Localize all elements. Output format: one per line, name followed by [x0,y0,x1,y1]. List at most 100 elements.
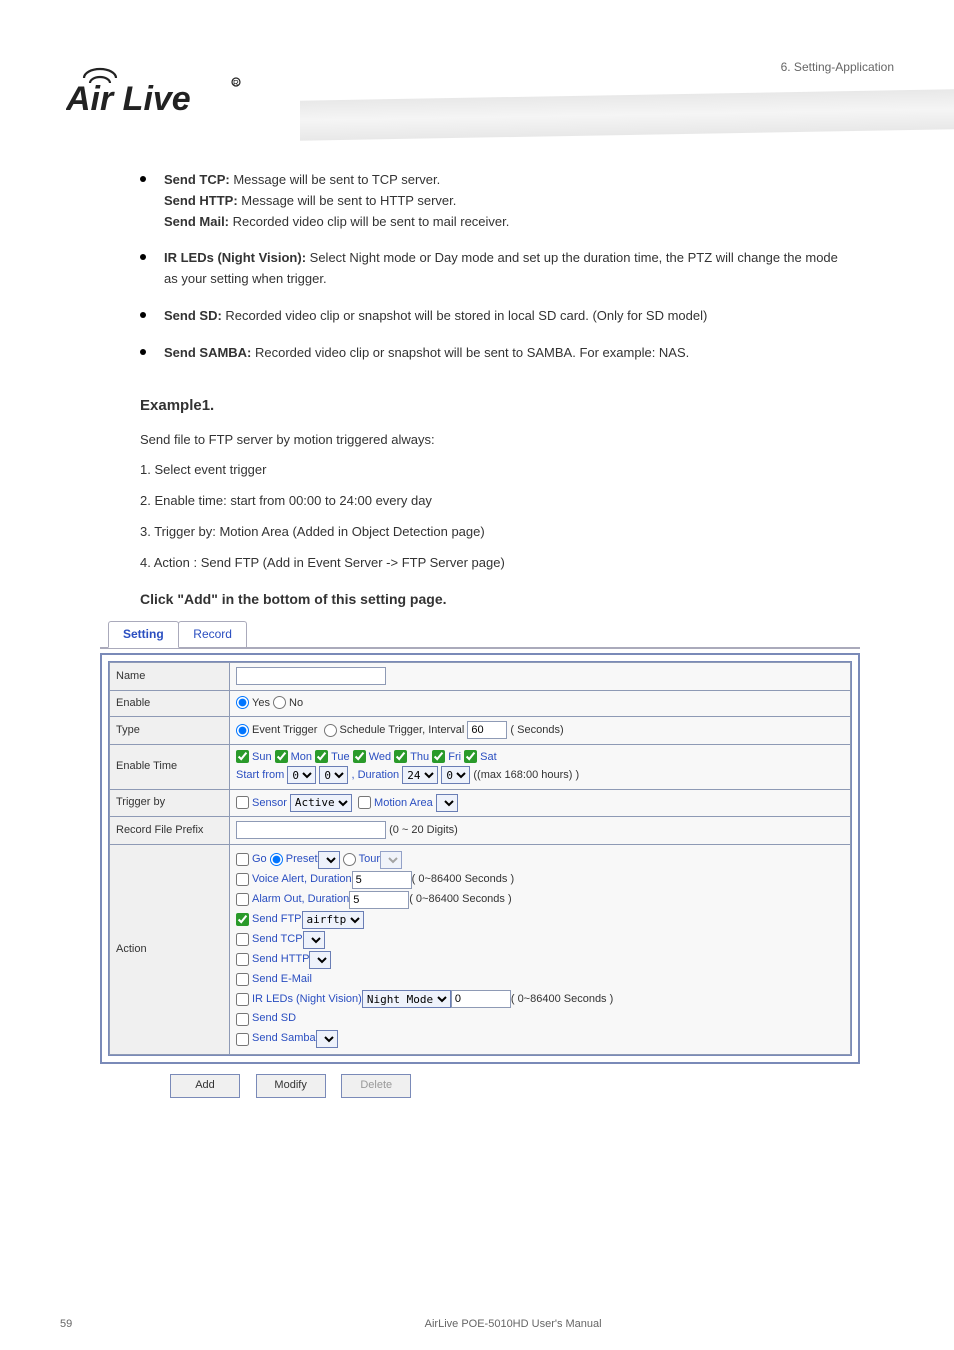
ir-select[interactable]: Night Mode [362,990,451,1008]
modify-button[interactable]: Modify [256,1074,326,1098]
type-event-radio[interactable] [236,724,249,737]
alarm-cb[interactable] [236,893,249,906]
go-cb[interactable] [236,853,249,866]
ir-lbl: IR LEDs (Night Vision) [252,991,362,1009]
ir-dur-input[interactable] [451,990,511,1008]
bullet-sendsamba: Send SAMBA: Recorded video clip or snaps… [140,343,854,364]
motion-lbl: Motion Area [374,797,433,809]
name-input[interactable] [236,667,386,685]
dur-m-select[interactable]: 0 [441,766,470,784]
preset-lbl: Preset [286,851,318,869]
bullet-sendtcp: Send TCP: Message will be sent to TCP se… [140,170,854,232]
button-row: Add Modify Delete [100,1064,860,1098]
day-sun-lbl: Sun [252,751,272,763]
sensor-select[interactable]: Active [290,794,352,812]
alarm-note: ( 0~86400 Seconds ) [409,891,511,909]
page-number: 59 [60,1318,72,1330]
day-tue-cb[interactable] [315,750,328,763]
day-thu-cb[interactable] [394,750,407,763]
start-h-select[interactable]: 0 [287,766,316,784]
bullet-dot-icon [140,176,146,182]
sensor-lbl: Sensor [252,797,287,809]
sendemail-lbl: Send E-Mail [252,971,312,989]
sendhttp-cb[interactable] [236,953,249,966]
start-m-select[interactable]: 0 [319,766,348,784]
example-step3: 3. Trigger by: Motion Area (Added in Obj… [140,522,854,543]
type-interval-input[interactable] [467,721,507,739]
alarm-input[interactable] [349,891,409,909]
day-fri-lbl: Fri [448,751,461,763]
page-footer: 59 AirLive POE-5010HD User's Manual [0,1318,954,1330]
motion-select[interactable] [436,794,458,812]
voice-input[interactable] [352,871,412,889]
sendftp-lbl: Send FTP [252,911,302,929]
bullet-text: Recorded video clip will be sent to mail… [229,214,509,229]
sendemail-cb[interactable] [236,973,249,986]
sendhttp-select[interactable] [309,951,331,969]
day-mon-cb[interactable] [275,750,288,763]
header-stripe [300,89,954,140]
tour-select [380,851,402,869]
day-fri-cb[interactable] [432,750,445,763]
day-sun-cb[interactable] [236,750,249,763]
enable-no-radio[interactable] [273,696,286,709]
preset-radio[interactable] [270,853,283,866]
prefix-note: (0 ~ 20 Digits) [389,824,458,836]
day-sat-cb[interactable] [464,750,477,763]
preset-select[interactable] [318,851,340,869]
prefix-input[interactable] [236,821,386,839]
sendftp-select[interactable]: airftp [302,911,364,929]
svg-text:R: R [233,79,239,88]
sendtcp-select[interactable] [303,931,325,949]
alarm-lbl: Alarm Out, Duration [252,891,349,909]
motion-cb[interactable] [358,796,371,809]
sendhttp-lbl: Send HTTP [252,951,309,969]
bullet-label: Send HTTP: [164,193,238,208]
sendsamba-cb[interactable] [236,1033,249,1046]
add-button[interactable]: Add [170,1074,240,1098]
type-label: Type [110,717,230,745]
example-step2: 2. Enable time: start from 00:00 to 24:0… [140,491,854,512]
bullet-dot-icon [140,312,146,318]
day-mon-lbl: Mon [291,751,312,763]
triggerby-label: Trigger by [110,789,230,817]
enable-label: Enable [110,690,230,717]
sendsamba-lbl: Send Samba [252,1030,316,1048]
sendtcp-cb[interactable] [236,933,249,946]
bullet-text: Recorded video clip or snapshot will be … [251,345,689,360]
voice-cb[interactable] [236,873,249,886]
sensor-cb[interactable] [236,796,249,809]
sendsd-lbl: Send SD [252,1010,296,1028]
type-event-lbl: Event Trigger [252,724,317,736]
action-label: Action [110,844,230,1054]
sendftp-cb[interactable] [236,913,249,926]
sendsamba-select[interactable] [316,1030,338,1048]
tour-radio[interactable] [343,853,356,866]
enable-yes-radio[interactable] [236,696,249,709]
start-from-lbl: Start from [236,769,284,781]
delete-button: Delete [341,1074,411,1098]
tab-record[interactable]: Record [178,621,247,647]
chapter-num: 6. Setting-Application [781,60,894,74]
type-sched-radio[interactable] [324,724,337,737]
bullet-label: Send TCP: [164,172,230,187]
go-lbl: Go [252,851,267,869]
bullet-sendsd: Send SD: Recorded video clip or snapshot… [140,306,854,327]
sendsd-cb[interactable] [236,1013,249,1026]
type-sched-lbl: Schedule Trigger, Interval [340,724,465,736]
footer-text: AirLive POE-5010HD User's Manual [425,1318,602,1330]
tab-row: Setting Record [100,620,860,649]
day-thu-lbl: Thu [410,751,429,763]
dur-h-select[interactable]: 24 [402,766,438,784]
airlive-logo: Air Live R [66,60,246,125]
day-wed-cb[interactable] [353,750,366,763]
tab-setting[interactable]: Setting [108,621,179,648]
bullet-text: Recorded video clip or snapshot will be … [222,308,708,323]
voice-lbl: Voice Alert, Duration [252,871,352,889]
example-para1: Send file to FTP server by motion trigge… [140,430,854,451]
bullet-dot-icon [140,349,146,355]
ir-cb[interactable] [236,993,249,1006]
voice-note: ( 0~86400 Seconds ) [412,871,514,889]
tour-lbl: Tour [359,851,380,869]
sendtcp-lbl: Send TCP [252,931,303,949]
